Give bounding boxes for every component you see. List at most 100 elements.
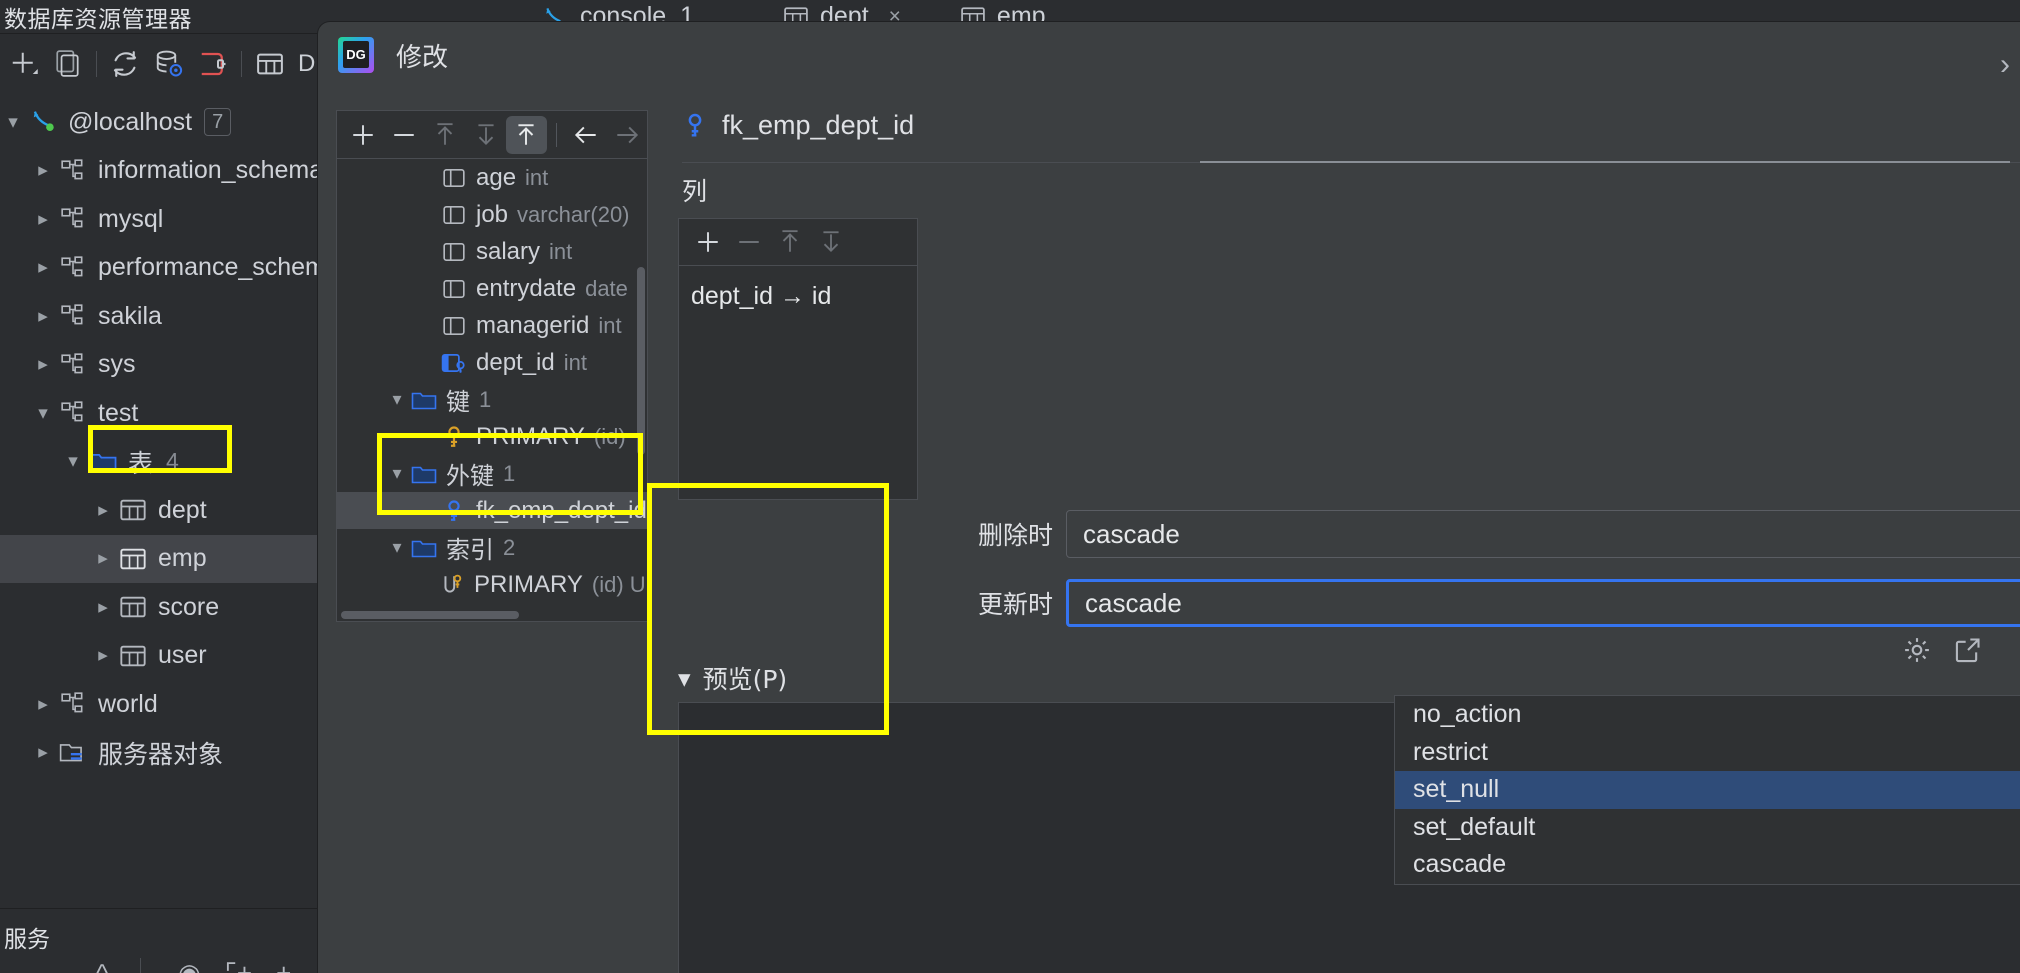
tree-item-column-job[interactable]: job varchar(20) [337, 196, 647, 233]
dropdown-option-set-default[interactable]: set_default [1395, 809, 2020, 847]
chevron-right-icon[interactable]: ▸ [30, 741, 56, 764]
refresh-icon[interactable] [103, 42, 147, 86]
object-tree-panel: age int job varchar(20) salary int entry… [336, 110, 648, 622]
move-up-icon[interactable] [424, 116, 465, 154]
move-down-icon[interactable] [810, 223, 851, 261]
chevron-down-icon[interactable]: ▾ [385, 389, 409, 410]
fk-column-mapping[interactable]: dept_id → id [679, 266, 917, 311]
database-settings-icon[interactable] [147, 42, 191, 86]
dropdown-option-set-null[interactable]: set_null [1395, 771, 2020, 809]
tree-item-column-dept-id[interactable]: dept_id int [337, 344, 647, 381]
plus-dropdown-icon[interactable] [2, 42, 46, 86]
move-up-icon[interactable] [769, 223, 810, 261]
table-icon[interactable] [248, 42, 292, 86]
object-tree-list: age int job varchar(20) salary int entry… [337, 159, 647, 621]
move-to-top-icon[interactable] [505, 115, 547, 154]
horizontal-scrollbar[interactable] [341, 611, 519, 619]
chevron-right-icon[interactable]: ▸ [90, 644, 116, 667]
dropdown-option-restrict[interactable]: restrict [1395, 734, 2020, 772]
tree-label: mysql [98, 204, 164, 233]
tree-item-key-primary[interactable]: PRIMARY (id) [337, 418, 647, 455]
tree-label: information_schema [98, 156, 324, 185]
chevron-right-icon[interactable]: ▸ [30, 353, 56, 376]
chevron-down-icon[interactable]: ▾ [30, 402, 56, 425]
server-objects-icon [56, 741, 90, 765]
add-button[interactable] [343, 116, 384, 154]
schema-icon [56, 353, 90, 377]
tree-item-foreign-keys-folder[interactable]: ▾ 外键 1 [337, 455, 647, 492]
forward-button[interactable] [606, 116, 647, 154]
new-tab-icon[interactable]: ⌜+ [225, 958, 252, 973]
chevron-right-icon[interactable]: ▸ [30, 159, 56, 182]
tree-count: 1 [479, 386, 492, 412]
tree-item-index-primary[interactable]: PRIMARY (id) UNIQ [337, 566, 647, 603]
tree-label: fk_emp_dept_id [476, 496, 647, 524]
folder-icon [409, 463, 439, 485]
tree-count: 2 [503, 534, 516, 560]
chevron-right-icon[interactable]: ▸ [30, 256, 56, 279]
tree-label: 键 [446, 389, 470, 416]
tree-label: user [158, 641, 207, 670]
tree-label: dept_id [476, 348, 555, 376]
tree-item-indexes-folder[interactable]: ▾ 索引 2 [337, 529, 647, 566]
move-down-icon[interactable] [465, 116, 506, 154]
column-type: int [549, 238, 573, 264]
on-delete-combo[interactable]: cascade ⌄ [1066, 510, 2020, 558]
key-blue-icon [439, 499, 469, 523]
open-external-icon[interactable] [1954, 636, 1982, 664]
chevron-down-icon[interactable]: ▾ [60, 450, 86, 473]
on-update-combo[interactable]: cascade ⌄ [1066, 579, 2020, 627]
table-icon [116, 546, 150, 572]
chevron-right-icon[interactable]: ▸ [30, 208, 56, 231]
on-update-label: 更新时 [978, 590, 1054, 619]
search-icon[interactable]: ◉ [178, 958, 201, 973]
column-icon [439, 241, 469, 263]
chevron-down-icon[interactable]: ⌄ [132, 958, 154, 973]
chevron-down-icon[interactable]: ▾ [678, 664, 691, 693]
add-column-button[interactable] [687, 223, 728, 261]
datagrip-logo-icon [338, 37, 374, 73]
divider [555, 122, 557, 147]
chevron-right-icon[interactable]: ▸ [30, 305, 56, 328]
tree-item-keys-folder[interactable]: ▾ 键 1 [337, 381, 647, 418]
copy-icon[interactable] [46, 42, 90, 86]
index-detail: (id) UNIQ [591, 571, 647, 597]
dropdown-option-no-action[interactable]: no_action [1395, 696, 2020, 734]
vertical-scrollbar[interactable] [637, 267, 645, 455]
preview-section-header[interactable]: ▾ 预览(P) [678, 660, 787, 696]
chevron-right-icon[interactable]: ▸ [90, 547, 116, 570]
chevron-down-icon[interactable]: ▾ [385, 463, 409, 484]
dropdown-option-cascade[interactable]: cascade [1395, 846, 2020, 884]
tree-item-column-salary[interactable]: salary int [337, 233, 647, 270]
tree-item-column-age[interactable]: age int [337, 159, 647, 196]
object-tree-toolbar [337, 111, 647, 159]
chevron-down-icon[interactable]: ▾ [385, 537, 409, 558]
remove-column-button[interactable] [728, 223, 769, 261]
tree-label: test [98, 398, 139, 427]
chevron-right-icon[interactable]: ▸ [90, 596, 116, 619]
tree-item-fk-emp-dept-id[interactable]: fk_emp_dept_id c [337, 492, 647, 529]
tree-label: 索引 [446, 537, 494, 564]
dialog-body: age int job varchar(20) salary int entry… [318, 88, 2020, 973]
tree-label: job [476, 200, 509, 228]
chevron-right-icon[interactable]: ▸ [90, 499, 116, 522]
chevron-right-icon[interactable]: › [2000, 48, 2010, 82]
settings-gear-icon[interactable] [1902, 635, 1932, 665]
fk-name-value[interactable]: fk_emp_dept_id [722, 110, 914, 141]
chevron-down-icon[interactable]: ▾ [0, 111, 26, 134]
add-icon[interactable]: + [276, 958, 291, 973]
schema-icon [56, 401, 90, 425]
table-icon [116, 643, 150, 669]
tree-item-column-managerid[interactable]: managerid int [337, 307, 647, 344]
connection-icon [26, 108, 60, 136]
remove-button[interactable] [384, 116, 425, 154]
on-update-dropdown-list[interactable]: no_action restrict set_null set_default … [1394, 695, 2020, 885]
on-update-value: cascade [1085, 587, 1182, 618]
chevron-right-icon[interactable]: ▸ [30, 693, 56, 716]
disconnect-icon[interactable] [191, 42, 235, 86]
chevron-up-icon[interactable]: ^ [96, 958, 108, 973]
key-blue-icon [682, 112, 708, 140]
tree-item-column-entrydate[interactable]: entrydate date [337, 270, 647, 307]
back-button[interactable] [566, 116, 607, 154]
columns-section-label: 列 [682, 177, 708, 206]
